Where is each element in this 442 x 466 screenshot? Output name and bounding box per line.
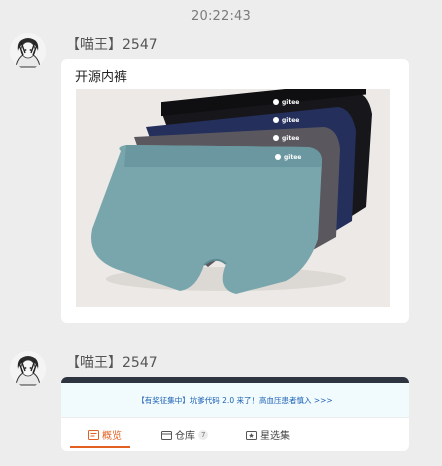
tab-overview[interactable]: 概览 (88, 427, 122, 442)
star-collection-icon (246, 430, 257, 440)
repo-icon (161, 430, 172, 440)
sender-name: 【喵王】2547 (66, 37, 158, 53)
brand-logo-text: gitee (284, 154, 301, 161)
avatar-image (10, 351, 46, 387)
sender-name: 【喵王】2547 (66, 355, 158, 371)
underwear-photo-image: gitee gitee gitee gitee (76, 89, 390, 307)
chat-timestamp: 20:22:43 (191, 9, 251, 24)
tab-star-collection-label: 星选集 (260, 431, 290, 442)
tab-repositories[interactable]: 仓库 7 (161, 427, 209, 442)
sender-avatar[interactable] (10, 33, 46, 69)
message-photo[interactable]: gitee gitee gitee gitee (76, 89, 390, 307)
sender-avatar[interactable] (10, 351, 46, 387)
tab-star-collection[interactable]: 星选集 (246, 427, 290, 442)
active-tab-indicator (70, 446, 130, 448)
shared-link-card[interactable]: 【有奖征集中】坑爹代码 2.0 来了！高血压患者慎入 >>> 概览 仓库 7 星… (61, 377, 409, 451)
message-bubble[interactable]: 开源内裤 gitee gitee gitee gitee (61, 59, 409, 323)
card-tab-bar: 概览 仓库 7 星选集 (61, 417, 409, 451)
brand-logo-text: gitee (282, 117, 299, 124)
tab-repositories-label: 仓库 (175, 431, 195, 442)
repo-count-badge: 7 (198, 429, 209, 440)
brand-logo-text: gitee (282, 135, 299, 142)
message-text: 开源内裤 (75, 70, 128, 85)
avatar-image (10, 33, 46, 69)
card-banner-link[interactable]: 【有奖征集中】坑爹代码 2.0 来了！高血压患者慎入 >>> (61, 383, 409, 417)
overview-icon (88, 429, 99, 440)
brand-logo-text: gitee (282, 99, 299, 106)
tab-overview-label: 概览 (102, 431, 122, 442)
